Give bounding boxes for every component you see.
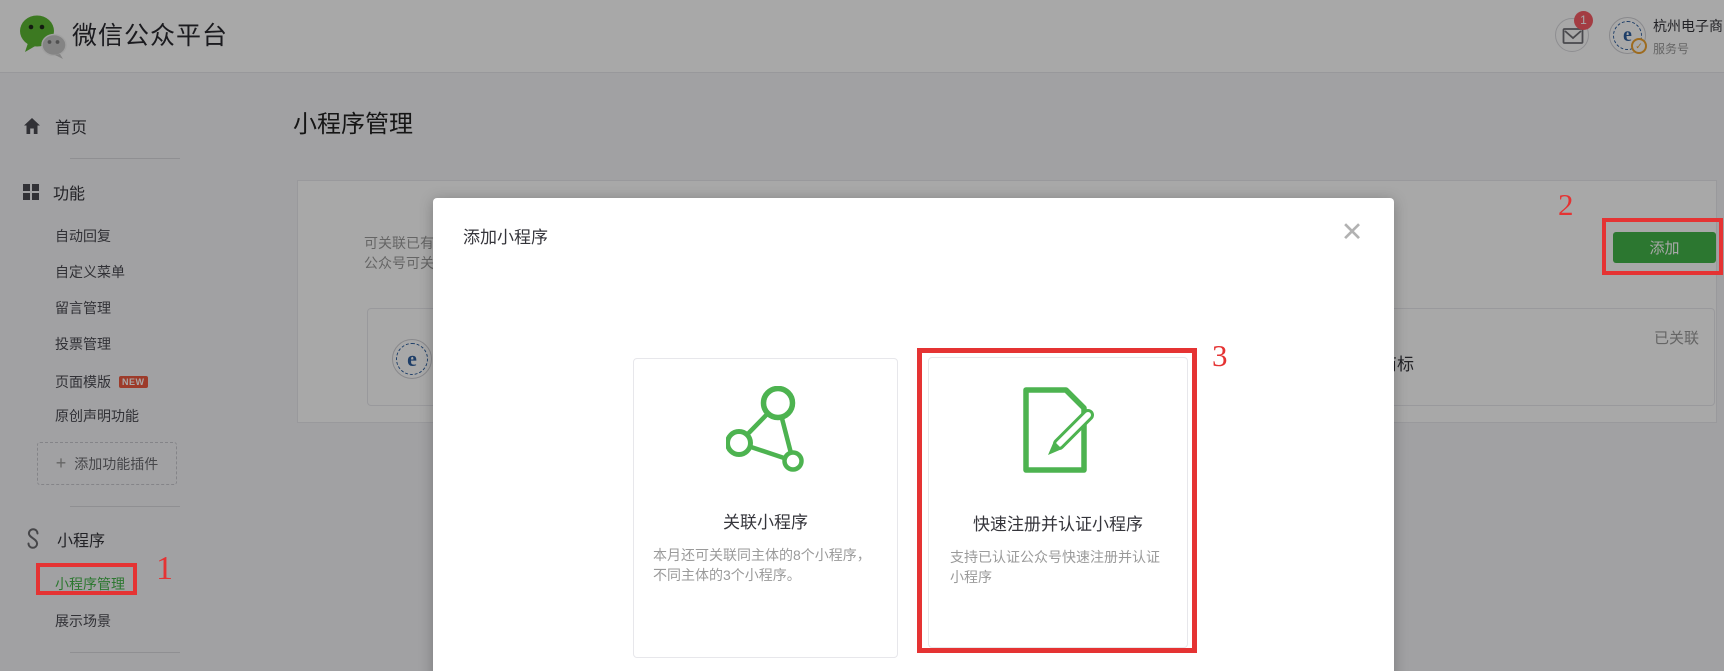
wechat-mp-admin-screen: 微信公众平台 1 e ✓ 杭州电子商 服务号 首页: [0, 0, 1724, 671]
annotation-box-step2: [1602, 218, 1723, 275]
annotation-box-step1: [36, 563, 137, 595]
modal-title: 添加小程序: [463, 223, 548, 248]
annotation-number-3: 3: [1212, 340, 1228, 371]
annotation-number-1: 1: [156, 552, 173, 586]
add-miniprogram-modal: 添加小程序 ✕ 关联小程序 本月还可关联同主体的8个小程序， 不同主体: [433, 198, 1394, 671]
link-existing-card[interactable]: 关联小程序 本月还可关联同主体的8个小程序， 不同主体的3个小程序。: [633, 358, 898, 658]
close-icon[interactable]: ✕: [1336, 215, 1368, 249]
card-description: 本月还可关联同主体的8个小程序， 不同主体的3个小程序。: [653, 545, 871, 585]
annotation-box-step3: [917, 348, 1197, 653]
annotation-number-2: 2: [1558, 189, 1574, 220]
card-title: 关联小程序: [634, 508, 897, 533]
link-nodes-icon: [726, 386, 804, 485]
